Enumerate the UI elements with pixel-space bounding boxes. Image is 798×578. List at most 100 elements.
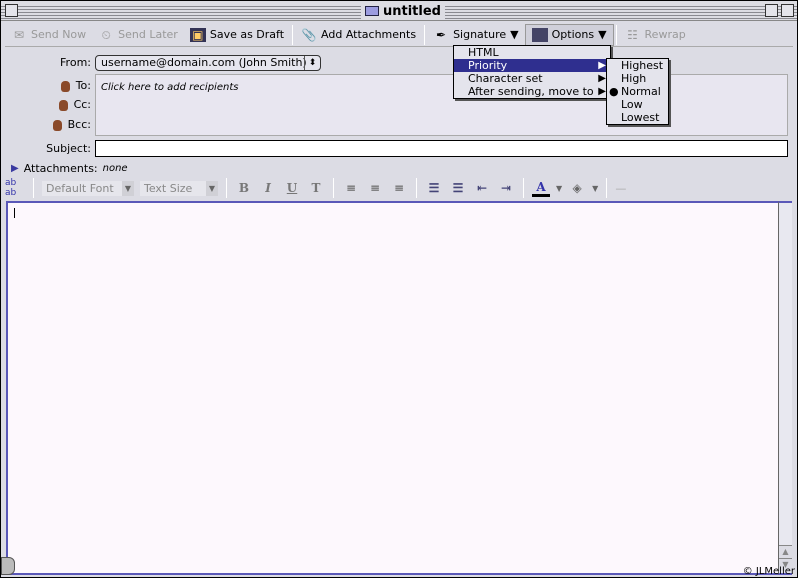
align-left-icon[interactable]: ≡ bbox=[342, 181, 360, 195]
subject-label: Subject: bbox=[46, 142, 91, 155]
send-now-label: Send Now bbox=[31, 28, 87, 41]
from-label: From: bbox=[60, 56, 91, 69]
options-button[interactable]: Options ▼ bbox=[524, 23, 614, 46]
format-toolbar: ab ab Default Font ▼ Text Size ▼ B I U T ≡ … bbox=[5, 177, 793, 199]
options-label: Options bbox=[551, 28, 595, 41]
drawer-grip-handle[interactable] bbox=[1, 557, 15, 575]
align-center-icon[interactable]: ≡ bbox=[366, 181, 384, 195]
chevron-down-icon[interactable]: ▼ bbox=[592, 184, 598, 193]
title-bar[interactable]: untitled bbox=[1, 1, 797, 21]
rewrap-icon: ☷ bbox=[627, 27, 638, 42]
main-toolbar: ✉ Send Now ⏲ Send Later ▣ Save as Draft 📎 Ad… bbox=[5, 23, 793, 47]
outdent-icon[interactable]: ⇤ bbox=[473, 181, 491, 195]
underline-icon[interactable]: U bbox=[283, 181, 301, 195]
clock-send-icon: ⏲ bbox=[101, 27, 111, 42]
subject-input[interactable] bbox=[95, 140, 788, 157]
bcc-text: Bcc: bbox=[67, 118, 91, 131]
copyright-text: © JLMeller bbox=[742, 566, 795, 577]
from-select[interactable]: username@domain.com (John Smith) ⬍ bbox=[95, 55, 321, 71]
rewrap-label: Rewrap bbox=[644, 28, 686, 41]
add-attachments-button[interactable]: 📎 Add Attachments bbox=[295, 24, 422, 46]
menu-item-label: Normal bbox=[621, 85, 661, 98]
send-later-label: Send Later bbox=[118, 28, 178, 41]
divider bbox=[333, 178, 334, 198]
close-box[interactable] bbox=[5, 4, 18, 17]
numbered-list-icon[interactable]: ☰ bbox=[425, 181, 443, 195]
to-label[interactable]: To: bbox=[41, 79, 91, 92]
chevron-down-icon: ▼ bbox=[206, 180, 218, 196]
paperclip-icon: 📎 bbox=[301, 27, 317, 42]
priority-high[interactable]: High bbox=[607, 72, 668, 85]
divider bbox=[424, 24, 426, 45]
divider bbox=[292, 24, 294, 45]
menu-item-character-set[interactable]: Character set ▶ bbox=[454, 72, 610, 85]
priority-normal[interactable]: ● Normal bbox=[607, 85, 668, 98]
attachments-row: ▶ Attachments: none bbox=[11, 162, 128, 175]
person-icon bbox=[58, 99, 68, 111]
priority-lowest[interactable]: Lowest bbox=[607, 111, 668, 124]
save-draft-label: Save as Draft bbox=[209, 28, 285, 41]
bold-icon[interactable]: B bbox=[235, 181, 253, 195]
indent-icon[interactable]: ⇥ bbox=[497, 181, 515, 195]
priority-submenu: Highest High ● Normal Low Lowest bbox=[606, 58, 669, 125]
signature-button[interactable]: ✒ Signature ▼ bbox=[427, 24, 525, 46]
person-icon bbox=[60, 80, 70, 92]
save-draft-button[interactable]: ▣ Save as Draft bbox=[184, 24, 290, 46]
submenu-arrow-icon: ▶ bbox=[598, 60, 606, 71]
scroll-up-arrow-icon[interactable]: ▲ bbox=[779, 545, 792, 558]
text-size-select[interactable]: Text Size ▼ bbox=[140, 180, 218, 196]
attachments-label: Attachments: bbox=[23, 162, 98, 175]
menu-item-label: Low bbox=[621, 98, 643, 111]
bulleted-list-icon[interactable]: ☰ bbox=[449, 181, 467, 195]
collapse-box[interactable] bbox=[781, 4, 794, 17]
rewrap-button[interactable]: ☷ Rewrap bbox=[619, 24, 692, 46]
window-title: untitled bbox=[361, 3, 445, 19]
menu-item-label: Highest bbox=[621, 59, 664, 72]
menu-item-label: After sending, move to bbox=[468, 85, 594, 98]
priority-low[interactable]: Low bbox=[607, 98, 668, 111]
divider bbox=[226, 178, 227, 198]
text-color-icon[interactable]: A bbox=[532, 180, 550, 197]
dropdown-arrow-icon: ▼ bbox=[510, 28, 519, 41]
to-text: To: bbox=[75, 79, 91, 92]
message-body[interactable] bbox=[6, 201, 778, 575]
priority-highest[interactable]: Highest bbox=[607, 59, 668, 72]
disclosure-triangle-icon[interactable]: ▶ bbox=[11, 163, 19, 174]
recipients-field[interactable]: Click here to add recipients bbox=[95, 74, 788, 136]
submenu-arrow-icon: ▶ bbox=[598, 86, 606, 97]
send-now-button[interactable]: ✉ Send Now bbox=[5, 24, 92, 46]
vertical-scrollbar[interactable]: ▲ ▼ bbox=[778, 201, 792, 575]
cc-label[interactable]: Cc: bbox=[41, 98, 91, 111]
menu-item-label: High bbox=[621, 72, 647, 85]
signature-label: Signature bbox=[453, 28, 507, 41]
chevron-down-icon: ▼ bbox=[122, 180, 134, 196]
spellcheck-icon[interactable]: ab ab bbox=[5, 178, 25, 198]
menu-item-after-sending[interactable]: After sending, move to ▶ bbox=[454, 85, 610, 98]
horizontal-rule-icon[interactable]: — bbox=[615, 182, 626, 195]
send-later-button[interactable]: ⏲ Send Later bbox=[92, 24, 184, 46]
send-icon: ✉ bbox=[13, 27, 25, 42]
text-caret bbox=[14, 208, 15, 218]
teletype-icon[interactable]: T bbox=[307, 181, 325, 195]
chevron-down-icon[interactable]: ▼ bbox=[556, 184, 562, 193]
align-right-icon[interactable]: ≡ bbox=[390, 181, 408, 195]
divider bbox=[523, 178, 524, 198]
cc-text: Cc: bbox=[73, 98, 91, 111]
menu-item-priority[interactable]: Priority ▶ bbox=[454, 59, 610, 72]
bcc-label[interactable]: Bcc: bbox=[41, 118, 91, 131]
background-color-icon[interactable]: ◈ bbox=[568, 181, 586, 195]
divider bbox=[606, 178, 608, 198]
from-value: username@domain.com (John Smith) bbox=[101, 56, 307, 69]
add-attachments-label: Add Attachments bbox=[321, 28, 417, 41]
pen-icon: ✒ bbox=[436, 27, 447, 42]
italic-icon[interactable]: I bbox=[259, 181, 277, 195]
font-select[interactable]: Default Font ▼ bbox=[42, 180, 134, 196]
document-icon bbox=[365, 6, 379, 16]
zoom-box[interactable] bbox=[765, 4, 778, 17]
divider bbox=[615, 24, 617, 45]
menu-item-label: HTML bbox=[468, 46, 499, 59]
menu-item-label: Character set bbox=[468, 72, 543, 85]
dropdown-arrow-icon: ▼ bbox=[598, 28, 607, 41]
recipients-placeholder: Click here to add recipients bbox=[101, 82, 239, 93]
menu-item-html[interactable]: HTML bbox=[454, 46, 610, 59]
